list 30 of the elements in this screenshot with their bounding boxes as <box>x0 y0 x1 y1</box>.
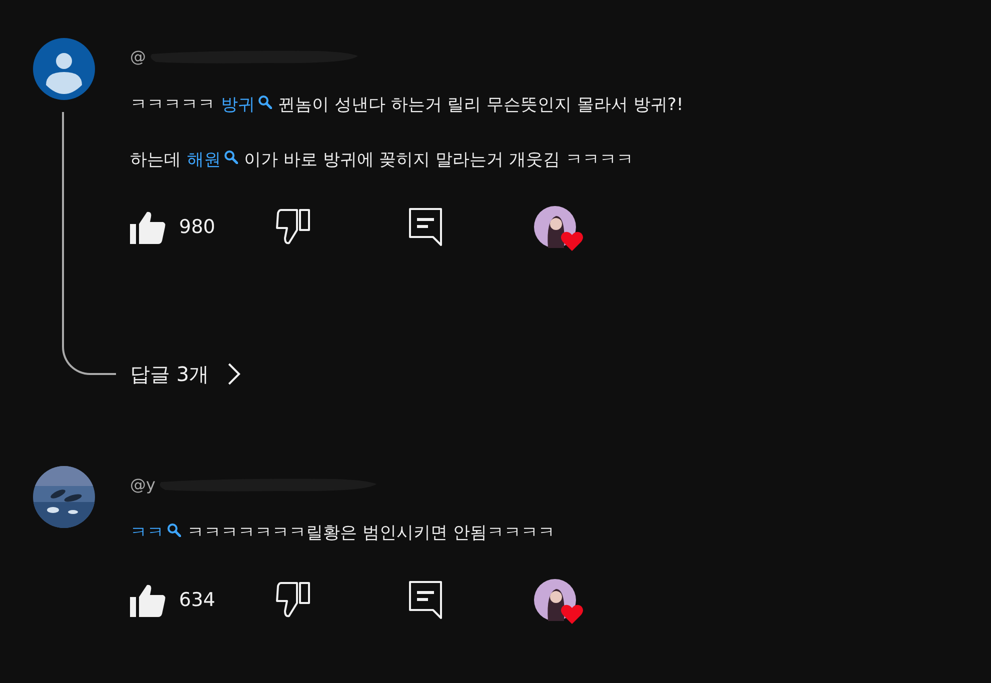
comment-icon <box>409 208 442 246</box>
search-icon <box>224 150 238 164</box>
reply-button[interactable] <box>409 208 442 246</box>
comment-text: 이가 바로 방귀에 꽂히지 말라는거 개웃김 ㅋㅋㅋㅋ <box>244 148 634 172</box>
like-button[interactable] <box>130 583 166 617</box>
like-count: 980 <box>179 214 216 240</box>
comment-text: ㅋㅋㅋㅋㅋ <box>130 94 215 117</box>
username[interactable]: @ <box>130 45 146 69</box>
comment-icon <box>409 581 442 619</box>
dislike-button[interactable] <box>275 208 311 246</box>
dislike-button[interactable] <box>275 581 311 619</box>
search-icon <box>258 94 272 109</box>
thumbs-up-icon <box>130 583 166 617</box>
thumbs-down-icon <box>275 581 311 619</box>
default-avatar-icon <box>33 38 95 100</box>
search-link[interactable]: 해원 <box>187 148 221 174</box>
thumbs-up-icon <box>130 210 166 244</box>
search-icon <box>167 522 181 537</box>
username[interactable]: @y <box>130 473 156 497</box>
thumbs-down-icon <box>275 208 311 246</box>
comment-text: 하는데 <box>130 148 181 172</box>
comment-text: ㅋㅋㅋㅋㅋㅋㅋ릴황은 범인시키면 안됨ㅋㅋㅋㅋ <box>187 522 555 545</box>
chevron-right-icon <box>227 362 242 386</box>
replies-button[interactable]: 답글 3개 <box>130 354 242 394</box>
search-link[interactable]: 방귀 <box>221 92 255 118</box>
reply-button[interactable] <box>409 581 442 619</box>
like-count: 634 <box>179 588 216 613</box>
search-link[interactable]: ㅋㅋ <box>130 520 164 546</box>
comment-text: 뀐놈이 성낸다 하는거 릴리 무슨뜻인지 몰라서 방귀?! <box>278 94 684 117</box>
like-button[interactable] <box>130 210 166 244</box>
